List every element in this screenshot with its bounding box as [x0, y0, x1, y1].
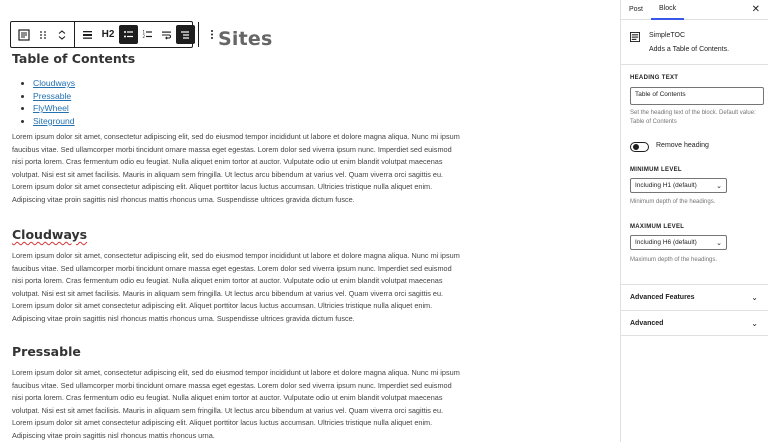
- toc-block-icon: [630, 32, 640, 42]
- remove-heading-toggle[interactable]: [630, 142, 649, 152]
- paragraph-block[interactable]: Lorem ipsum dolor sit amet, consectetur …: [12, 131, 460, 207]
- advanced-panel[interactable]: Advanced ⌄: [620, 310, 768, 336]
- chevron-down-icon: ⌄: [751, 318, 758, 328]
- svg-text:2: 2: [143, 34, 146, 39]
- toc-link-pressable[interactable]: Pressable: [33, 91, 71, 101]
- toc-link-cloudways[interactable]: Cloudways: [33, 78, 75, 88]
- min-level-label: MINIMUM LEVEL: [630, 167, 682, 173]
- heading-block-cloudways[interactable]: Cloudways: [12, 227, 87, 242]
- advanced-features-label: Advanced Features: [630, 294, 695, 301]
- tab-block[interactable]: Block: [651, 0, 685, 20]
- heading-block-pressable[interactable]: Pressable: [12, 344, 81, 359]
- wrap-text-icon[interactable]: [157, 25, 176, 44]
- heading-text-help: Set the heading text of the block. Defau…: [630, 110, 756, 125]
- min-level-help: Minimum depth of the headings.: [630, 199, 716, 205]
- toolbar-block-group: [11, 22, 75, 47]
- numbered-list-icon[interactable]: 12: [138, 25, 157, 44]
- toc-item: FlyWheel: [33, 102, 75, 115]
- divider: [620, 64, 768, 65]
- min-level-value: Including H1 (default): [635, 182, 697, 189]
- min-level-select[interactable]: Including H1 (default) ⌄: [630, 178, 727, 193]
- sidebar-tabs: Post Block ✕: [621, 0, 768, 20]
- post-title[interactable]: Sites: [218, 28, 272, 50]
- block-description: Adds a Table of Contents.: [649, 46, 730, 53]
- more-options-icon[interactable]: [202, 25, 221, 44]
- chevron-down-icon: ⌄: [716, 182, 722, 190]
- toc-item: Pressable: [33, 90, 75, 103]
- block-toolbar: H2 12: [10, 21, 213, 48]
- toc-item: Siteground: [33, 115, 75, 128]
- max-level-value: Including H6 (default): [635, 239, 697, 246]
- drag-handle-icon[interactable]: [33, 25, 52, 44]
- settings-sidebar: Post Block ✕: [620, 0, 768, 442]
- max-level-label: MAXIMUM LEVEL: [630, 224, 685, 230]
- toolbar-options-group: [199, 22, 224, 47]
- move-up-down-icon[interactable]: [52, 25, 71, 44]
- heading-text-label: HEADING TEXT: [630, 75, 679, 81]
- paragraph-block[interactable]: Lorem ipsum dolor sit amet, consectetur …: [12, 367, 460, 442]
- toc-link-flywheel[interactable]: FlyWheel: [33, 103, 69, 113]
- toc-heading[interactable]: Table of Contents: [12, 51, 135, 66]
- toc-link-siteground[interactable]: Siteground: [33, 116, 75, 126]
- max-level-select[interactable]: Including H6 (default) ⌄: [630, 235, 727, 250]
- collapse-icon[interactable]: [176, 25, 195, 44]
- toc-list: Cloudways Pressable FlyWheel Siteground: [33, 77, 75, 127]
- align-icon[interactable]: [78, 25, 97, 44]
- tab-post[interactable]: Post: [621, 0, 651, 20]
- toc-item: Cloudways: [33, 77, 75, 90]
- heading-text-input[interactable]: Table of Contents: [630, 87, 764, 105]
- heading-level-button[interactable]: H2: [97, 25, 119, 44]
- advanced-label: Advanced: [630, 319, 664, 327]
- bulleted-list-icon[interactable]: [119, 25, 138, 44]
- toggle-knob: [633, 144, 639, 150]
- remove-heading-label: Remove heading: [656, 142, 709, 149]
- chevron-down-icon: ⌄: [751, 293, 758, 302]
- block-name: SimpleTOC: [649, 32, 686, 39]
- close-icon[interactable]: ✕: [752, 4, 760, 15]
- toolbar-format-group: H2 12: [75, 22, 199, 47]
- max-level-help: Maximum depth of the headings.: [630, 257, 718, 263]
- chevron-down-icon: ⌄: [716, 239, 722, 247]
- paragraph-block[interactable]: Lorem ipsum dolor sit amet, consectetur …: [12, 250, 460, 326]
- toc-block-icon[interactable]: [14, 25, 33, 44]
- editor-canvas[interactable]: Sites Table of Contents Cloudways Pressa…: [0, 0, 620, 442]
- advanced-features-panel[interactable]: Advanced Features ⌄: [620, 284, 768, 310]
